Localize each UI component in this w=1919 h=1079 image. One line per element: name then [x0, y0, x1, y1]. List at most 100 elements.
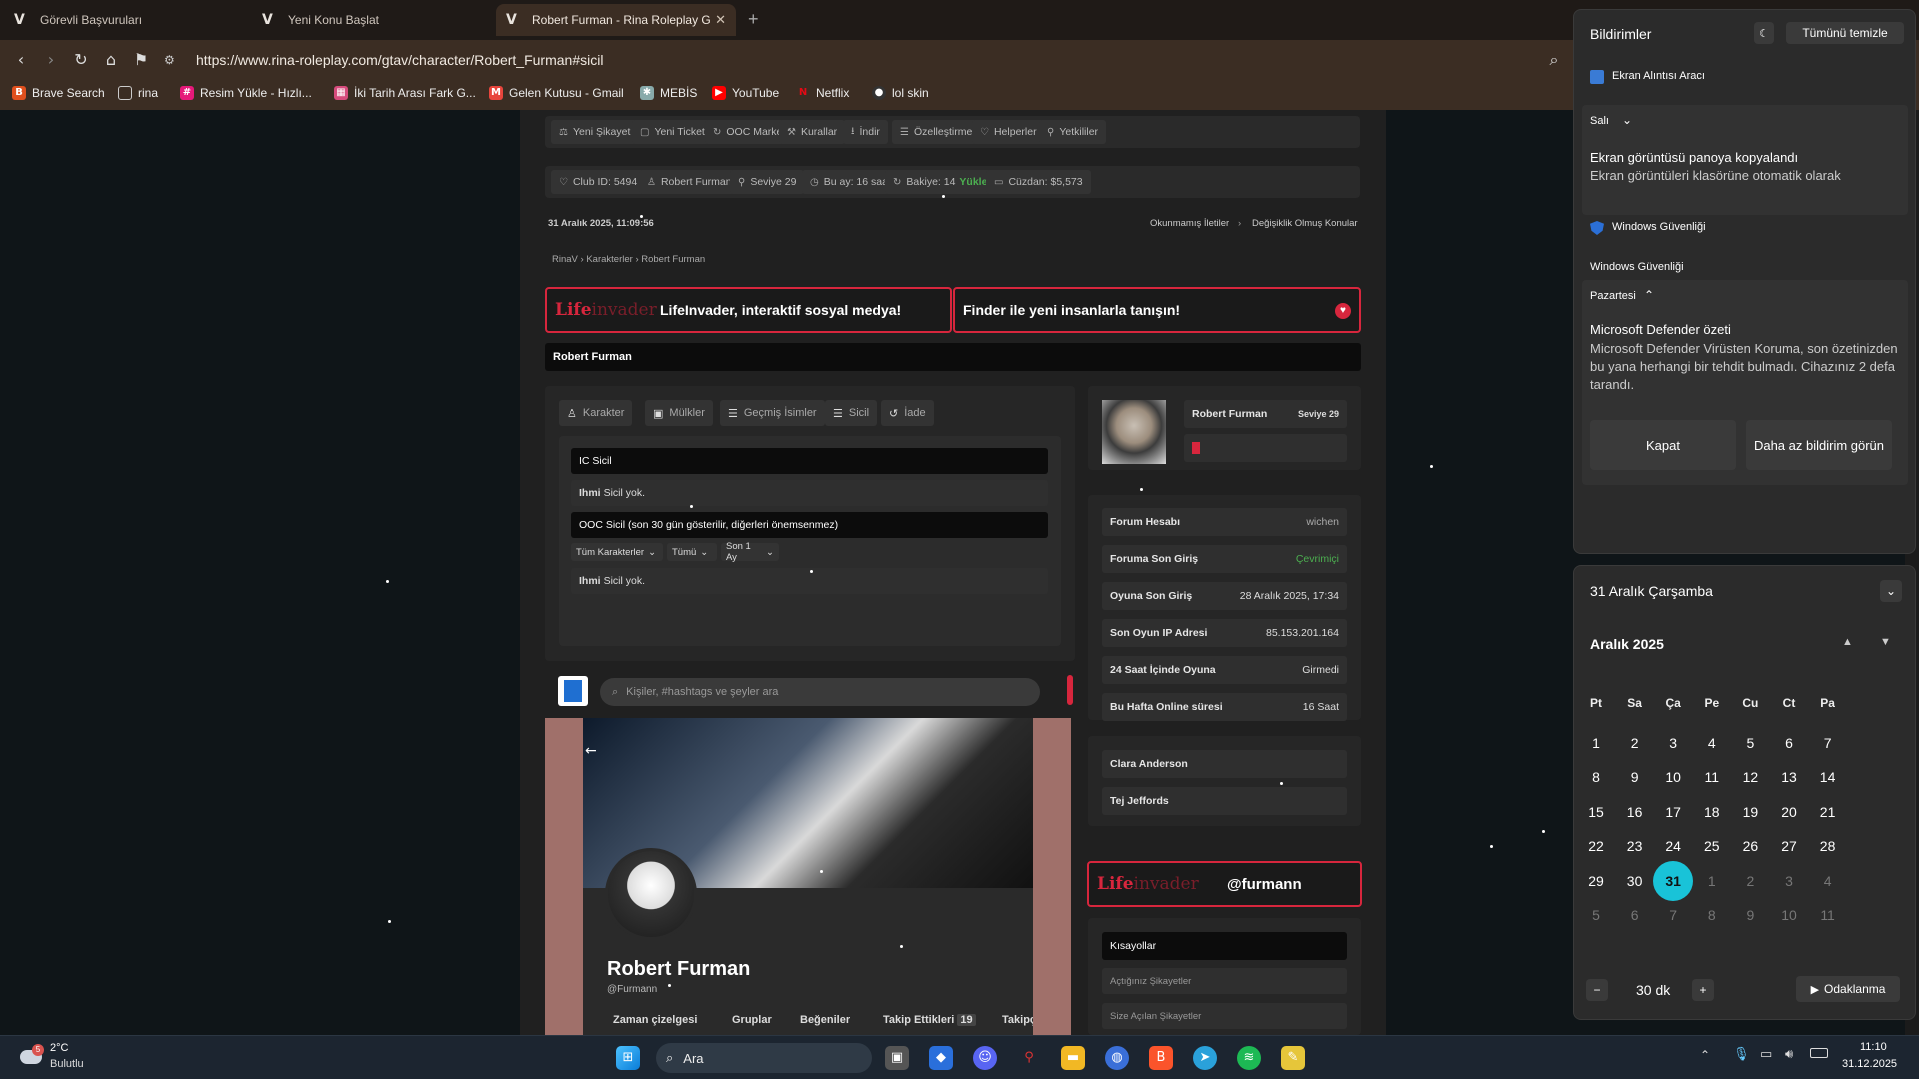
bookmark-mebis[interactable]: ✱ MEBİS: [640, 86, 697, 100]
tab-robert-furman[interactable]: V Robert Furman - Rina Roleplay G ✕: [496, 4, 736, 36]
shortcut-link[interactable]: Size Açılan Şikayetler: [1102, 1003, 1347, 1029]
breadcrumb-item[interactable]: RinaV: [552, 254, 578, 265]
nav-yeni-sikayet[interactable]: ⚖ Yeni Şikayet: [551, 120, 639, 144]
telegram-icon[interactable]: ➤: [1193, 1046, 1217, 1070]
close-icon[interactable]: ✕: [715, 12, 726, 28]
bookmark-gmail[interactable]: M Gelen Kutusu - Gmail: [489, 86, 624, 100]
back-arrow-icon[interactable]: ←: [585, 743, 597, 759]
profile-tab-likes[interactable]: Beğeniler: [800, 1014, 850, 1026]
bookmark-lol-skin[interactable]: ● lol skin: [872, 86, 929, 100]
nav-yetkililer[interactable]: ⚲ Yetkililer: [1039, 120, 1107, 144]
nav-indir[interactable]: ⭳ İndir: [843, 120, 888, 144]
unread-link[interactable]: Okunmamış İletiler: [1150, 218, 1229, 229]
profile-tab-groups[interactable]: Gruplar: [732, 1014, 772, 1026]
shortcut-link[interactable]: Açtığınız Şikayetler: [1102, 968, 1347, 994]
prev-month-icon[interactable]: ▲: [1842, 636, 1853, 648]
calendar-day[interactable]: 8: [1692, 895, 1732, 935]
bookmark-youtube[interactable]: ▶ YouTube: [712, 86, 779, 100]
calendar-day[interactable]: 5: [1576, 895, 1616, 935]
forward-icon[interactable]: ›: [40, 49, 62, 71]
calendar-day[interactable]: 6: [1615, 895, 1655, 935]
tab-sicil[interactable]: ☰ Sicil: [825, 400, 878, 426]
stat-name[interactable]: ♙ Robert Furman: [639, 170, 740, 194]
profile-tab-timeline[interactable]: Zaman çizelgesi: [613, 1014, 697, 1026]
stat-balance[interactable]: ↻ Bakiye: 14 Yükle: [885, 170, 996, 194]
lifeinvader-search[interactable]: ⌕ Kişiler, #hashtags ve şeyler ara: [600, 678, 1040, 706]
volume-icon[interactable]: 🔊︎: [1785, 1047, 1793, 1062]
bookmark-rina[interactable]: rina: [118, 86, 158, 100]
site-settings-icon[interactable]: ⚙: [164, 53, 184, 67]
network-icon[interactable]: ▭: [1760, 1047, 1772, 1062]
brave-icon[interactable]: B: [1149, 1046, 1173, 1070]
task-view-icon[interactable]: ▣: [885, 1046, 909, 1070]
microphone-icon[interactable]: 🎙︎: [1733, 1047, 1750, 1062]
minus-button[interactable]: −: [1586, 979, 1608, 1001]
show-fewer-button[interactable]: Daha az bildirim görün: [1746, 420, 1892, 470]
bookmark-iki-tarih[interactable]: ▦ İki Tarih Arası Fark G...: [334, 86, 476, 100]
reload-icon[interactable]: ↻: [70, 49, 92, 71]
do-not-disturb-icon[interactable]: ☾: [1754, 22, 1774, 44]
chevron-down-icon[interactable]: ⌄: [1880, 580, 1902, 602]
weather-widget[interactable]: 5: [20, 1044, 46, 1070]
tab-gecmis-isimler[interactable]: ☰ Geçmiş İsimler: [720, 400, 825, 426]
battery-icon[interactable]: [1810, 1048, 1828, 1058]
clear-all-button[interactable]: Tümünü temizle: [1786, 22, 1904, 44]
clock-time[interactable]: 11:10: [1860, 1041, 1887, 1053]
windows-start-icon[interactable]: ⊞: [616, 1046, 640, 1070]
file-explorer-icon[interactable]: ▬: [1061, 1046, 1085, 1070]
chevron-up-icon[interactable]: ⌃: [1644, 288, 1654, 302]
tab-mulkler[interactable]: ▣ Mülkler: [645, 400, 713, 426]
breadcrumb-item[interactable]: Karakterler: [586, 254, 632, 265]
tab-karakter[interactable]: ♙ Karakter: [559, 400, 633, 426]
calendar-day[interactable]: 10: [1769, 895, 1809, 935]
close-button[interactable]: Kapat: [1590, 420, 1736, 470]
joystick-icon[interactable]: ⚲: [1017, 1046, 1041, 1070]
spotify-icon[interactable]: ≋: [1237, 1046, 1261, 1070]
related-character[interactable]: Clara Anderson: [1102, 750, 1347, 778]
lifeinvader-handle-banner[interactable]: Lifeinvader @furmann: [1087, 861, 1362, 907]
filter-characters[interactable]: Tüm Karakterler ⌄: [571, 543, 663, 561]
back-icon[interactable]: ‹: [10, 49, 32, 71]
app-icon[interactable]: ◆: [929, 1046, 953, 1070]
notification-card[interactable]: Pazartesi ⌃ Microsoft Defender özeti Mic…: [1582, 280, 1908, 485]
related-character[interactable]: Tej Jeffords: [1102, 787, 1347, 815]
discord-icon[interactable]: ☺: [973, 1046, 997, 1070]
nav-helperler[interactable]: ♡ Helperler: [972, 120, 1045, 144]
address-bar[interactable]: ⚙ https://www.rina-roleplay.com/gtav/cha…: [164, 47, 1564, 73]
bookmark-resim-yukle[interactable]: # Resim Yükle - Hızlı...: [180, 86, 312, 100]
bookmark-netflix[interactable]: N Netflix: [796, 86, 850, 100]
filter-type[interactable]: Tümü ⌄: [667, 543, 717, 561]
tab-gorevli[interactable]: V Görevli Başvuruları: [4, 4, 254, 36]
notification-card[interactable]: Salı ⌄ Ekran görüntüsü panoya kopyalandı…: [1582, 105, 1908, 215]
plus-button[interactable]: +: [1692, 979, 1714, 1001]
new-tab-icon[interactable]: +: [748, 9, 759, 30]
filter-period[interactable]: Son 1 Ay ⌄: [721, 541, 779, 563]
lifeinvader-app-icon[interactable]: [558, 676, 588, 706]
profile-tab-followers[interactable]: Takipçiler 3: [1002, 1014, 1033, 1026]
lifeinvader-banner[interactable]: Lifeinvader LifeInvader, interaktif sosy…: [545, 287, 952, 333]
zoom-icon[interactable]: ⌕: [1543, 49, 1565, 71]
home-icon[interactable]: ⌂: [100, 49, 122, 71]
finder-banner[interactable]: Finder ile yeni insanlarla tanışın! ♥: [953, 287, 1361, 333]
next-month-icon[interactable]: ▼: [1880, 636, 1891, 648]
taskbar-search[interactable]: ⌕ Ara: [656, 1043, 872, 1073]
focus-button[interactable]: ▶ Odaklanma: [1796, 976, 1900, 1002]
calendar-day[interactable]: 9: [1730, 895, 1770, 935]
calendar-day[interactable]: 11: [1808, 895, 1848, 935]
nav-yeni-ticket[interactable]: ▢ Yeni Ticket: [632, 120, 713, 144]
bookmark-brave-search[interactable]: B Brave Search: [12, 86, 105, 100]
browser-icon[interactable]: ◍: [1105, 1046, 1129, 1070]
nav-ozellestirme[interactable]: ☰ Özelleştirme: [892, 120, 981, 144]
tab-yeni-konu[interactable]: V Yeni Konu Başlat: [252, 4, 492, 36]
nav-kurallar[interactable]: ⚒ Kurallar: [779, 120, 846, 144]
bookmark-icon[interactable]: ⚑: [130, 49, 152, 71]
chevron-up-icon[interactable]: ⌃: [1700, 1048, 1710, 1062]
profile-tab-following[interactable]: Takip Ettikleri 19: [883, 1014, 976, 1026]
app-icon[interactable]: ✎: [1281, 1046, 1305, 1070]
load-balance-link[interactable]: Yükle: [959, 176, 987, 188]
calendar-day[interactable]: 7: [1653, 895, 1693, 935]
clock-date[interactable]: 31.12.2025: [1842, 1058, 1897, 1070]
changed-topics-link[interactable]: Değişiklik Olmuş Konular: [1252, 218, 1358, 229]
chevron-down-icon[interactable]: ⌄: [1622, 113, 1632, 127]
tab-iade[interactable]: ↺ İade: [881, 400, 934, 426]
